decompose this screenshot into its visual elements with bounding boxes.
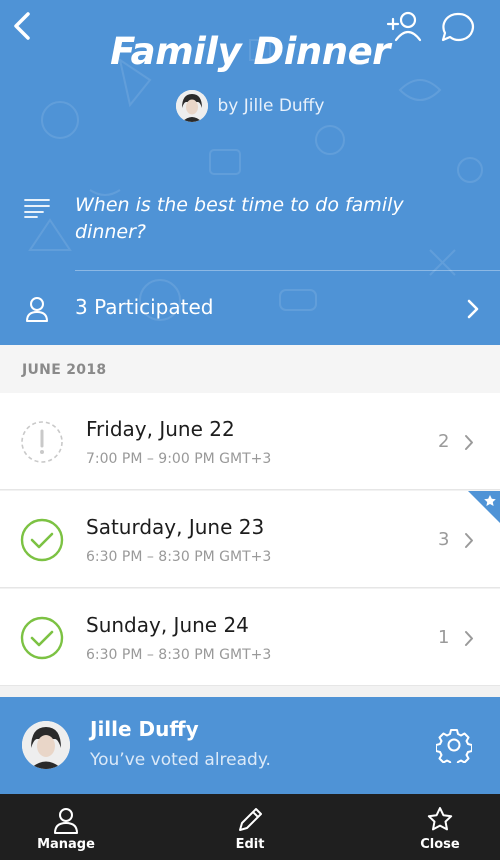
- checkmark-circle-icon: [20, 616, 64, 660]
- option-date: Sunday, June 24: [86, 613, 249, 637]
- star-flag-icon: [468, 491, 500, 523]
- tab-manage[interactable]: Manage: [16, 794, 116, 860]
- option-time: 6:30 PM – 8:30 PM GMT+3: [86, 549, 272, 565]
- vote-count: 2: [438, 431, 450, 452]
- author-avatar: [175, 90, 208, 122]
- date-option[interactable]: Saturday, June 23 6:30 PM – 8:30 PM GMT+…: [0, 491, 500, 588]
- chevron-right-icon: [465, 435, 473, 450]
- month-section-header: JUNE 2018: [0, 345, 500, 393]
- gear-icon[interactable]: [436, 727, 472, 763]
- voter-avatar: [22, 721, 70, 769]
- month-label: JUNE 2018: [22, 362, 107, 378]
- date-option[interactable]: Friday, June 22 7:00 PM – 9:00 PM GMT+3 …: [0, 393, 500, 490]
- tab-label: Close: [420, 837, 460, 852]
- participants-count: 3 Participated: [75, 295, 214, 319]
- vote-count: 3: [438, 529, 450, 550]
- poll-question: When is the best time to do family dinne…: [0, 170, 500, 270]
- option-time: 7:00 PM – 9:00 PM GMT+3: [86, 451, 272, 467]
- tab-label: Edit: [235, 837, 265, 852]
- poll-header: Family Dinner by Jille Duffy When is the…: [0, 0, 500, 345]
- poll-title: Family Dinner: [110, 30, 390, 73]
- option-date: Friday, June 22: [86, 417, 235, 441]
- pencil-icon: [239, 808, 262, 831]
- person-icon: [26, 297, 48, 322]
- date-option[interactable]: Sunday, June 24 6:30 PM – 8:30 PM GMT+3 …: [0, 589, 500, 686]
- chevron-right-icon: [467, 299, 479, 319]
- tab-close[interactable]: Close: [390, 794, 490, 860]
- chevron-right-icon: [465, 631, 473, 646]
- description-lines-icon: [24, 199, 50, 218]
- star-icon: [427, 807, 453, 831]
- vote-count: 1: [438, 627, 450, 648]
- poll-author: by Jille Duffy: [0, 90, 500, 122]
- person-icon: [54, 808, 78, 834]
- checkmark-circle-icon: [20, 518, 64, 562]
- tab-edit[interactable]: Edit: [200, 794, 300, 860]
- participants-row[interactable]: 3 Participated: [0, 271, 500, 345]
- question-text: When is the best time to do family dinne…: [75, 194, 404, 243]
- chevron-right-icon: [465, 533, 473, 548]
- pending-exclamation-icon: [21, 421, 63, 463]
- current-voter-panel: Jille Duffy You’ve voted already.: [0, 697, 500, 794]
- bottom-tab-bar: Manage Edit Close: [0, 794, 500, 860]
- vote-status: You’ve voted already.: [90, 750, 271, 770]
- option-time: 6:30 PM – 8:30 PM GMT+3: [86, 647, 272, 663]
- option-date: Saturday, June 23: [86, 515, 265, 539]
- voter-name: Jille Duffy: [90, 717, 199, 741]
- tab-label: Manage: [37, 837, 95, 852]
- author-name: by Jille Duffy: [217, 96, 325, 116]
